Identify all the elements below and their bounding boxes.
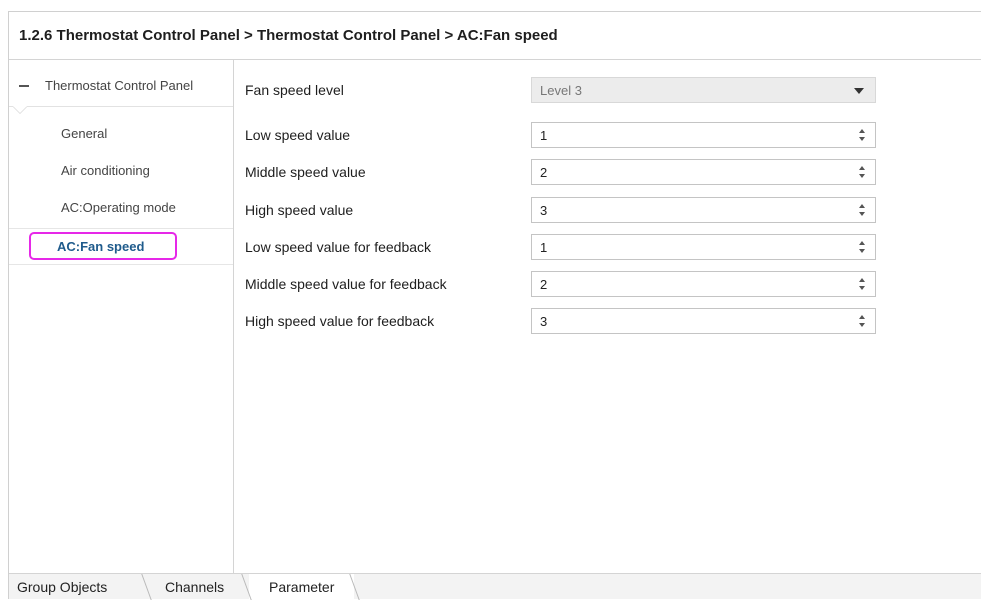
spinner-arrows-icon[interactable] [859,127,867,145]
sidebar-item-label: Air conditioning [61,163,150,178]
spinner-arrows-icon[interactable] [859,202,867,220]
input-value: 1 [540,128,548,143]
sidebar-item-air-conditioning[interactable]: Air conditioning [9,152,233,189]
tab-label: Channels [165,578,225,595]
sidebar-item-label: AC:Operating mode [61,200,176,215]
param-label: High speed value for feedback [245,313,435,329]
high-speed-value-input[interactable]: 3 [531,197,876,223]
input-value: 3 [540,203,548,218]
input-value: 3 [540,314,548,329]
sidebar-item-label: General [61,126,108,141]
param-row-fan-speed-level: Fan speed level Level 3 [245,77,885,103]
sidebar-item-label: AC:Fan speed [57,239,145,254]
breadcrumb-text: 1.2.6 Thermostat Control Panel > Thermos… [19,27,558,44]
spinner-arrows-icon[interactable] [859,276,867,294]
param-row-high-speed-feedback: High speed value for feedback 3 [245,308,885,334]
spinner-arrows-icon[interactable] [859,164,867,182]
param-label: High speed value [245,202,354,218]
tree-pointer-notch [13,106,27,113]
chevron-down-icon[interactable] [854,88,864,94]
sidebar-item-general[interactable]: General [9,115,233,152]
low-speed-value-input[interactable]: 1 [531,122,876,148]
tab-label: Group Objects [17,578,108,595]
param-row-low-speed-feedback: Low speed value for feedback 1 [245,234,885,260]
input-value: 1 [540,240,548,255]
high-speed-feedback-input[interactable]: 3 [531,308,876,334]
parameter-panel: Fan speed level Level 3 Low speed value … [235,60,981,573]
spinner-arrows-icon[interactable] [859,313,867,331]
input-value: 2 [540,165,548,180]
param-label: Fan speed level [245,82,344,98]
param-label: Middle speed value for feedback [245,276,447,292]
dropdown-value: Level 3 [540,83,582,98]
param-row-low-speed-value: Low speed value 1 [245,122,885,148]
tab-parameter[interactable]: Parameter [249,574,354,599]
param-label: Low speed value for feedback [245,239,432,255]
param-row-high-speed-value: High speed value 3 [245,197,885,223]
param-label: Middle speed value [245,164,366,180]
fan-speed-level-dropdown[interactable]: Level 3 [531,77,876,103]
tree-root-label: Thermostat Control Panel [45,78,194,93]
sidebar-item-ac-fan-speed[interactable]: AC:Fan speed [9,228,233,265]
bottom-tab-bar: Group Objects Channels Parameter [9,573,981,600]
input-value: 2 [540,277,548,292]
tab-channels[interactable]: Channels [165,574,224,599]
collapse-minus-icon[interactable] [19,84,29,87]
tree-root-thermostat-control-panel[interactable]: Thermostat Control Panel [9,60,233,111]
tab-label: Parameter [269,578,335,595]
param-label: Low speed value [245,127,351,143]
tab-group-objects[interactable]: Group Objects [17,574,107,599]
breadcrumb: 1.2.6 Thermostat Control Panel > Thermos… [9,12,981,60]
param-row-middle-speed-value: Middle speed value 2 [245,159,885,185]
sidebar-item-ac-operating-mode[interactable]: AC:Operating mode [9,189,233,226]
parameter-window: 1.2.6 Thermostat Control Panel > Thermos… [8,11,981,600]
middle-speed-feedback-input[interactable]: 2 [531,271,876,297]
tab-separator [141,574,152,600]
spinner-arrows-icon[interactable] [859,239,867,257]
param-row-middle-speed-feedback: Middle speed value for feedback 2 [245,271,885,297]
sidebar: Thermostat Control Panel General Air con… [9,60,234,573]
middle-speed-value-input[interactable]: 2 [531,159,876,185]
low-speed-feedback-input[interactable]: 1 [531,234,876,260]
